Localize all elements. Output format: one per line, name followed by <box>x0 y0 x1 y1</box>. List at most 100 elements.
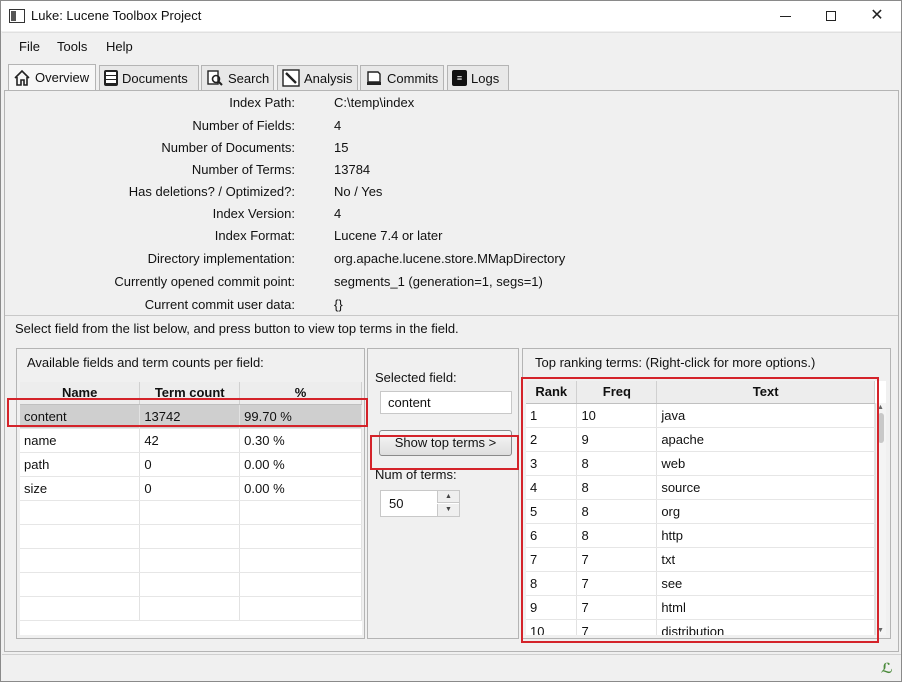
field-row-path[interactable]: path 0 0.00 % <box>20 452 362 477</box>
info-label-version: Index Version: <box>212 206 295 221</box>
term-text: see <box>656 571 875 596</box>
num-terms-value: 50 <box>389 496 404 511</box>
scroll-up-icon[interactable]: ▲ <box>877 404 884 411</box>
commits-icon <box>365 69 383 87</box>
term-rank: 3 <box>526 451 578 476</box>
column-header-term-count[interactable]: Term count <box>139 382 241 405</box>
term-text: txt <box>656 547 875 572</box>
field-term-count: 0 <box>139 476 241 501</box>
tab-search[interactable]: Search <box>201 65 274 90</box>
fields-pane: Available fields and term counts per fie… <box>16 348 365 639</box>
empty-row <box>20 524 362 549</box>
maximize-button[interactable] <box>808 1 854 31</box>
tab-analysis[interactable]: Analysis <box>277 65 358 90</box>
spinner-up-icon[interactable]: ▲ <box>437 491 459 503</box>
field-row-name[interactable]: name 42 0.30 % <box>20 428 362 453</box>
term-rank: 4 <box>526 475 578 500</box>
show-top-terms-button[interactable]: Show top terms > <box>379 430 512 456</box>
field-name: path <box>20 452 141 477</box>
term-text: distribution <box>656 619 875 635</box>
column-header-text[interactable]: Text <box>656 381 875 404</box>
close-icon: ✕ <box>870 7 884 24</box>
column-header-rank[interactable]: Rank <box>526 381 578 404</box>
term-freq: 7 <box>576 571 658 596</box>
status-icon: ℒ <box>881 660 893 676</box>
term-row[interactable]: 2 9 apache <box>526 427 875 452</box>
tab-commits[interactable]: Commits <box>360 65 444 90</box>
term-text: org <box>656 499 875 524</box>
term-rank: 6 <box>526 523 578 548</box>
term-row[interactable]: 9 7 html <box>526 595 875 620</box>
term-row[interactable]: 10 7 distribution <box>526 619 875 635</box>
info-label-index-path: Index Path: <box>229 95 295 110</box>
info-label-user-data: Current commit user data: <box>144 297 295 312</box>
term-row[interactable]: 4 8 source <box>526 475 875 500</box>
fields-table: Name Term count % content 13742 99.70 % … <box>20 382 362 621</box>
info-value-version: 4 <box>334 206 342 221</box>
terms-pane: Top ranking terms: (Right-click for more… <box>522 348 891 639</box>
term-row[interactable]: 1 10 java <box>526 403 875 428</box>
tab-documents[interactable]: Documents <box>99 65 199 90</box>
empty-row <box>20 596 362 621</box>
term-freq: 8 <box>576 451 658 476</box>
info-value-fields: 4 <box>334 118 342 133</box>
info-value-deletions: No / Yes <box>334 184 383 199</box>
term-freq: 8 <box>576 499 658 524</box>
tab-logs[interactable]: ≡ Logs <box>447 65 509 90</box>
info-label-format: Index Format: <box>214 228 295 243</box>
term-text: http <box>656 523 875 548</box>
app-window: Luke: Lucene Toolbox Project ✕ File Tool… <box>0 0 902 682</box>
window-title: Luke: Lucene Toolbox Project <box>31 8 202 23</box>
info-value-user-data: {} <box>334 297 343 312</box>
column-header-freq[interactable]: Freq <box>576 381 658 404</box>
term-text: web <box>656 451 875 476</box>
menu-file[interactable]: File <box>19 39 40 54</box>
divider <box>5 315 898 316</box>
tab-label: Analysis <box>304 70 353 86</box>
terms-scrollbar[interactable]: ▲ ▼ <box>875 403 886 635</box>
term-row[interactable]: 3 8 web <box>526 451 875 476</box>
field-term-count: 13742 <box>139 404 241 429</box>
scroll-down-icon[interactable]: ▼ <box>877 627 884 634</box>
term-row[interactable]: 5 8 org <box>526 499 875 524</box>
term-row[interactable]: 8 7 see <box>526 571 875 596</box>
term-freq: 8 <box>576 475 658 500</box>
terms-table-container: Rank Freq Text 1 10 java 2 9 apache 3 8 web 48… <box>526 381 886 635</box>
term-rank: 8 <box>526 571 578 596</box>
num-terms-spinner[interactable]: 50 ▲ ▼ <box>380 490 460 517</box>
spinner-down-icon[interactable]: ▼ <box>437 504 459 516</box>
overview-panel: Index Path: C:\temp\index Number of Fiel… <box>4 90 899 652</box>
home-icon <box>13 69 31 87</box>
field-percent: 0.00 % <box>239 452 362 477</box>
info-label-directory: Directory implementation: <box>147 251 295 266</box>
column-header-percent[interactable]: % <box>239 382 362 405</box>
logs-icon: ≡ <box>452 70 467 86</box>
maximize-icon <box>826 11 836 21</box>
menu-bar: File Tools Help <box>2 32 901 60</box>
term-text: apache <box>656 427 875 452</box>
term-text: html <box>656 595 875 620</box>
fields-table-container: Name Term count % content 13742 99.70 % … <box>20 382 362 635</box>
tab-overview[interactable]: Overview <box>8 64 96 90</box>
tab-strip: Overview Documents Search Analysis Commi… <box>2 60 901 90</box>
info-value-commit-point: segments_1 (generation=1, segs=1) <box>334 274 543 289</box>
selected-field-input[interactable]: content <box>380 391 512 414</box>
field-row-content[interactable]: content 13742 99.70 % <box>20 404 362 429</box>
term-rank: 1 <box>526 403 578 428</box>
term-rank: 10 <box>526 619 578 635</box>
column-header-name[interactable]: Name <box>20 382 141 405</box>
term-freq: 10 <box>576 403 658 428</box>
term-row[interactable]: 6 8 http <box>526 523 875 548</box>
term-row[interactable]: 7 7 txt <box>526 547 875 572</box>
tab-label: Search <box>228 70 270 86</box>
scrollbar-thumb[interactable] <box>878 413 884 443</box>
field-row-size[interactable]: size 0 0.00 % <box>20 476 362 501</box>
menu-tools[interactable]: Tools <box>57 39 87 54</box>
tab-label: Logs <box>471 70 500 86</box>
analysis-icon <box>282 69 300 87</box>
minimize-button[interactable] <box>762 1 808 31</box>
menu-help[interactable]: Help <box>106 39 133 54</box>
terms-pane-title: Top ranking terms: (Right-click for more… <box>535 355 816 370</box>
close-button[interactable]: ✕ <box>854 1 900 31</box>
tab-label: Overview <box>35 70 90 85</box>
